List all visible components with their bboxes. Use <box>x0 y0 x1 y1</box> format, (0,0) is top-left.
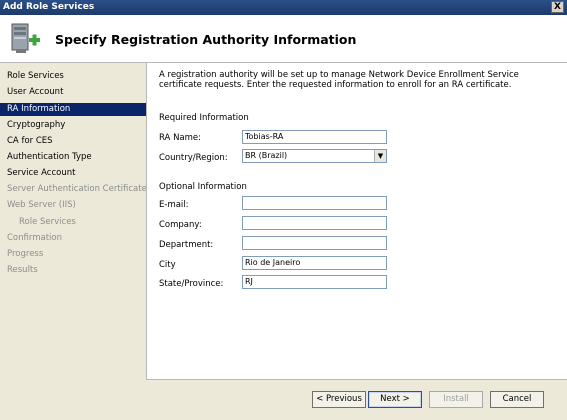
ra-name-label: RA Name: <box>159 133 202 143</box>
company-label: Company: <box>159 220 202 230</box>
state-province-label: State/Province: <box>159 279 224 289</box>
city-input[interactable]: Rio de Janeiro <box>242 256 387 270</box>
optional-info-heading: Optional Information <box>159 182 247 192</box>
required-info-heading: Required Information <box>159 113 249 123</box>
wizard-content: A registration authority will be set up … <box>146 63 567 379</box>
nav-item-user-account[interactable]: User Account <box>0 86 146 99</box>
nav-item-iis-role-services: Role Services <box>19 217 76 227</box>
ra-name-input[interactable]: Tobias-RA <box>242 130 387 144</box>
nav-item-cryptography[interactable]: Cryptography <box>0 119 146 132</box>
wizard-header: Specify Registration Authority Informati… <box>0 15 567 63</box>
next-button[interactable]: Next > <box>368 391 422 408</box>
server-add-icon <box>11 23 40 53</box>
country-region-label: Country/Region: <box>159 153 228 163</box>
nav-item-progress: Progress <box>7 249 44 259</box>
nav-item-results: Results <box>7 265 38 275</box>
email-label: E-mail: <box>159 200 189 210</box>
window-title: Add Role Services <box>3 2 95 12</box>
department-label: Department: <box>159 240 214 250</box>
nav-item-server-auth-certificate: Server Authentication Certificate <box>7 184 147 194</box>
company-input[interactable] <box>242 216 387 230</box>
dropdown-arrow-icon[interactable]: ▼ <box>374 150 386 162</box>
nav-item-ra-information[interactable]: RA Information <box>0 103 146 116</box>
state-province-input[interactable]: RJ <box>242 275 387 289</box>
install-button[interactable]: Install <box>429 391 483 408</box>
nav-item-role-services[interactable]: Role Services <box>0 70 146 83</box>
wizard-footer: < Previous Next > Install Cancel <box>146 379 567 420</box>
window-titlebar: Add Role Services X <box>0 0 567 15</box>
nav-item-confirmation: Confirmation <box>7 233 62 243</box>
country-region-select[interactable]: BR (Brazil) ▼ <box>242 149 387 163</box>
close-button[interactable]: X <box>551 1 564 13</box>
page-title: Specify Registration Authority Informati… <box>55 32 357 47</box>
nav-item-web-server-iis: Web Server (IIS) <box>7 200 76 210</box>
previous-button[interactable]: < Previous <box>312 391 366 408</box>
cancel-button[interactable]: Cancel <box>490 391 544 408</box>
nav-item-authentication-type[interactable]: Authentication Type <box>0 151 146 164</box>
intro-text: A registration authority will be set up … <box>159 70 519 90</box>
nav-item-service-account[interactable]: Service Account <box>0 167 146 180</box>
department-input[interactable] <box>242 236 387 250</box>
email-input[interactable] <box>242 196 387 210</box>
nav-item-ca-for-ces[interactable]: CA for CES <box>0 135 146 148</box>
country-region-value: BR (Brazil) <box>245 151 288 160</box>
city-label: City <box>159 260 176 270</box>
wizard-navigation: Role Services User Account RA Informatio… <box>0 63 147 420</box>
